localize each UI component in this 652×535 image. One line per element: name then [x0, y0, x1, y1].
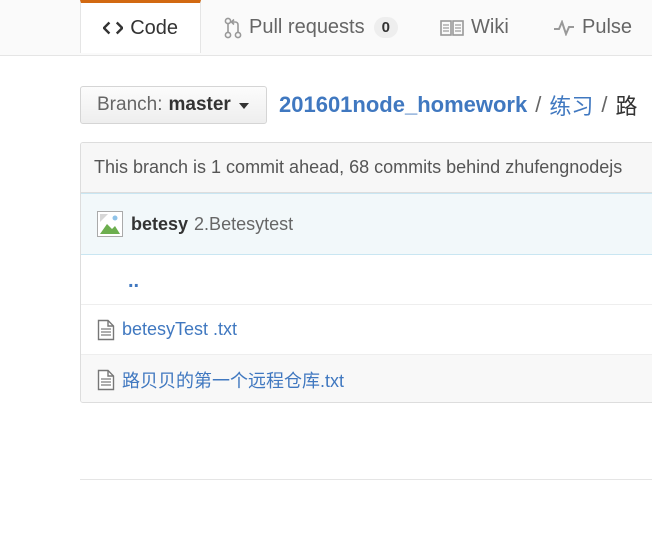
- file-link[interactable]: betesyTest .txt: [122, 319, 237, 340]
- branch-label: Branch:: [97, 94, 163, 115]
- branch-selector[interactable]: Branch: master: [80, 86, 267, 124]
- code-icon: [103, 21, 124, 35]
- chevron-down-icon: [238, 103, 249, 109]
- list-item-parent: ..: [81, 255, 652, 304]
- breadcrumb-repo-link[interactable]: 201601node_homework: [279, 92, 527, 118]
- tab-pulse-label: Pulse: [582, 16, 633, 38]
- latest-commit-bar: betesy 2.Betesytest: [81, 193, 652, 255]
- broken-image-icon: [98, 212, 122, 236]
- list-item: 路贝贝的第一个远程仓库.txt: [81, 354, 652, 402]
- branch-name: master: [168, 94, 231, 115]
- breadcrumb-separator: /: [535, 92, 542, 117]
- file-text-icon: [97, 369, 115, 390]
- tab-wiki-label: Wiki: [471, 16, 509, 38]
- tab-pulse[interactable]: Pulse: [553, 0, 632, 55]
- parent-directory-link[interactable]: ..: [128, 270, 139, 293]
- tab-pull-requests-label: Pull requests: [249, 16, 365, 38]
- commit-message-link[interactable]: 2.Betesytest: [194, 214, 293, 235]
- repo-nav: Code Pull requests 0 Wiki Pulse: [0, 0, 652, 56]
- file-list: This branch is 1 commit ahead, 68 commit…: [80, 142, 652, 403]
- repo-page: Code Pull requests 0 Wiki Pulse Branch: …: [0, 0, 652, 535]
- breadcrumb-folder-link[interactable]: 练习: [549, 89, 593, 121]
- tab-pull-requests[interactable]: Pull requests 0: [224, 0, 398, 55]
- breadcrumb-separator: /: [601, 92, 608, 117]
- avatar[interactable]: [97, 211, 123, 237]
- git-pull-request-icon: [224, 17, 242, 38]
- pulse-icon: [554, 19, 574, 36]
- tab-wiki[interactable]: Wiki: [440, 0, 509, 55]
- breadcrumb-current: 路: [615, 94, 638, 119]
- file-link[interactable]: 路贝贝的第一个远程仓库.txt: [122, 367, 344, 393]
- book-icon: [440, 19, 464, 36]
- file-text-icon: [97, 319, 115, 340]
- breadcrumb: 201601node_homework / 练习 / 路: [279, 90, 638, 120]
- branch-status-bar: This branch is 1 commit ahead, 68 commit…: [81, 143, 652, 193]
- commit-author-link[interactable]: betesy: [131, 214, 188, 235]
- pull-requests-counter: 0: [373, 17, 398, 38]
- divider: [80, 479, 652, 480]
- tab-code[interactable]: Code: [80, 0, 201, 53]
- branch-status-text: This branch is 1 commit ahead, 68 commit…: [94, 157, 623, 177]
- tab-code-label: Code: [130, 16, 178, 39]
- list-item: betesyTest .txt: [81, 304, 652, 354]
